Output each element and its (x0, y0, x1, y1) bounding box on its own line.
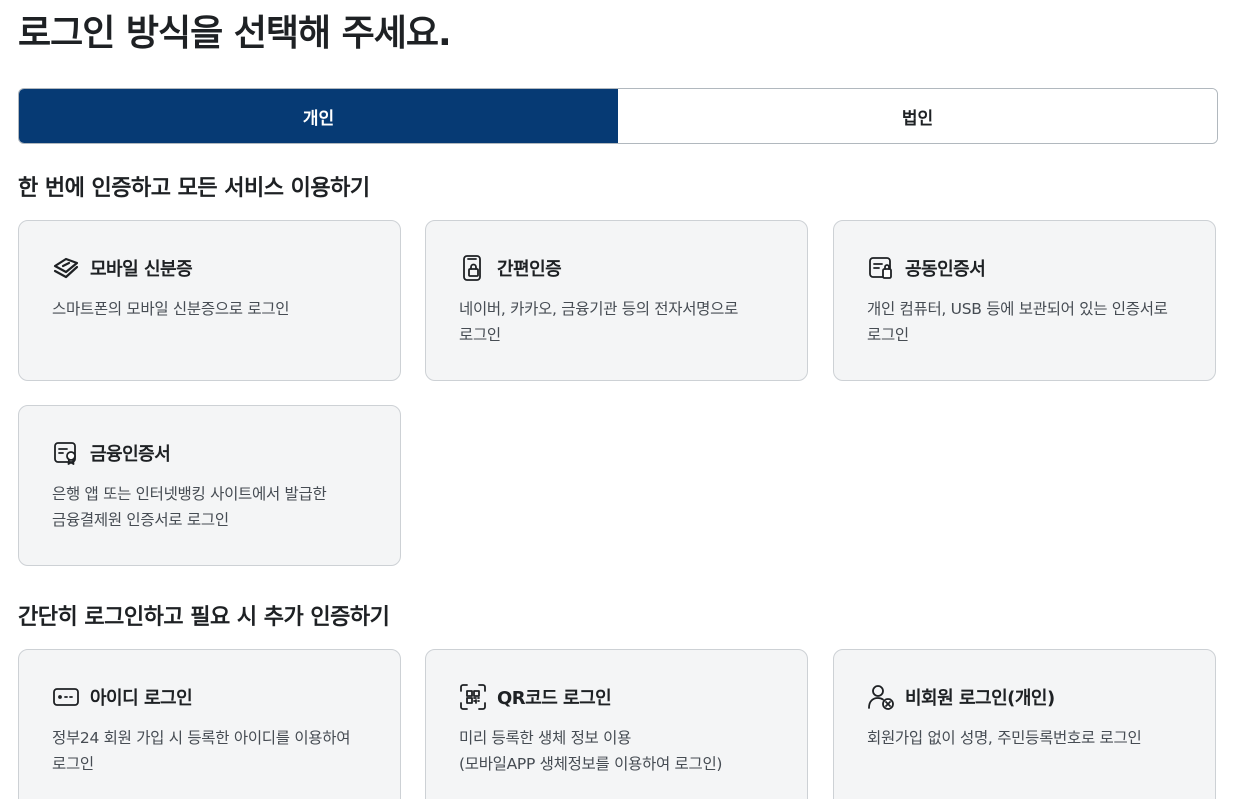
card-title: 비회원 로그인(개인) (905, 688, 1055, 709)
card-description: 미리 등록한 생체 정보 이용 (모바일APP 생체정보를 이용하여 로그인) (459, 729, 723, 773)
card-qr-login[interactable]: QR코드 로그인 미리 등록한 생체 정보 이용 (모바일APP 생체정보를 이… (425, 649, 808, 799)
card-mobile-id[interactable]: 모바일 신분증 스마트폰의 모바일 신분증으로 로그인 (18, 220, 401, 381)
login-method-page: 로그인 방식을 선택해 주세요. 개인 법인 한 번에 인증하고 모든 서비스 … (0, 0, 1234, 799)
card-title: 아이디 로그인 (90, 688, 193, 709)
card-title: 금융인증서 (90, 444, 171, 465)
card-description: 회원가입 없이 성명, 주민등록번호로 로그인 (867, 729, 1142, 747)
user-type-tabs: 개인 법인 (18, 88, 1218, 144)
page-title: 로그인 방식을 선택해 주세요. (18, 13, 452, 54)
card-title: 공동인증서 (905, 259, 986, 280)
joint-certificate-icon (867, 254, 895, 282)
card-description: 개인 컴퓨터, USB 등에 보관되어 있는 인증서로 로그인 (867, 300, 1168, 344)
mobile-id-icon (52, 254, 80, 282)
card-description: 스마트폰의 모바일 신분증으로 로그인 (52, 300, 290, 318)
non-member-icon (867, 683, 895, 711)
card-joint-certificate[interactable]: 공동인증서 개인 컴퓨터, USB 등에 보관되어 있는 인증서로 로그인 (833, 220, 1216, 381)
card-title: QR코드 로그인 (497, 688, 612, 709)
tab-corporate[interactable]: 법인 (618, 89, 1217, 143)
simple-auth-icon (459, 254, 487, 282)
id-login-icon (52, 683, 80, 711)
card-title: 간편인증 (497, 259, 562, 280)
card-financial-certificate[interactable]: 금융인증서 은행 앱 또는 인터넷뱅킹 사이트에서 발급한 금융결제원 인증서로… (18, 405, 401, 566)
card-description: 정부24 회원 가입 시 등록한 아이디를 이용하여 로그인 (52, 729, 351, 773)
card-title: 모바일 신분증 (90, 259, 193, 280)
financial-certificate-icon (52, 439, 80, 467)
card-non-member-login[interactable]: 비회원 로그인(개인) 회원가입 없이 성명, 주민등록번호로 로그인 (833, 649, 1216, 799)
qr-code-icon (459, 683, 487, 711)
card-simple-auth[interactable]: 간편인증 네이버, 카카오, 금융기관 등의 전자서명으로 로그인 (425, 220, 808, 381)
section-title-full-auth: 한 번에 인증하고 모든 서비스 이용하기 (18, 176, 370, 201)
section-title-simple-login: 간단히 로그인하고 필요 시 추가 인증하기 (18, 605, 390, 630)
card-description: 은행 앱 또는 인터넷뱅킹 사이트에서 발급한 금융결제원 인증서로 로그인 (52, 485, 327, 529)
card-description: 네이버, 카카오, 금융기관 등의 전자서명으로 로그인 (459, 300, 739, 344)
tab-individual[interactable]: 개인 (19, 89, 618, 143)
card-id-login[interactable]: 아이디 로그인 정부24 회원 가입 시 등록한 아이디를 이용하여 로그인 (18, 649, 401, 799)
